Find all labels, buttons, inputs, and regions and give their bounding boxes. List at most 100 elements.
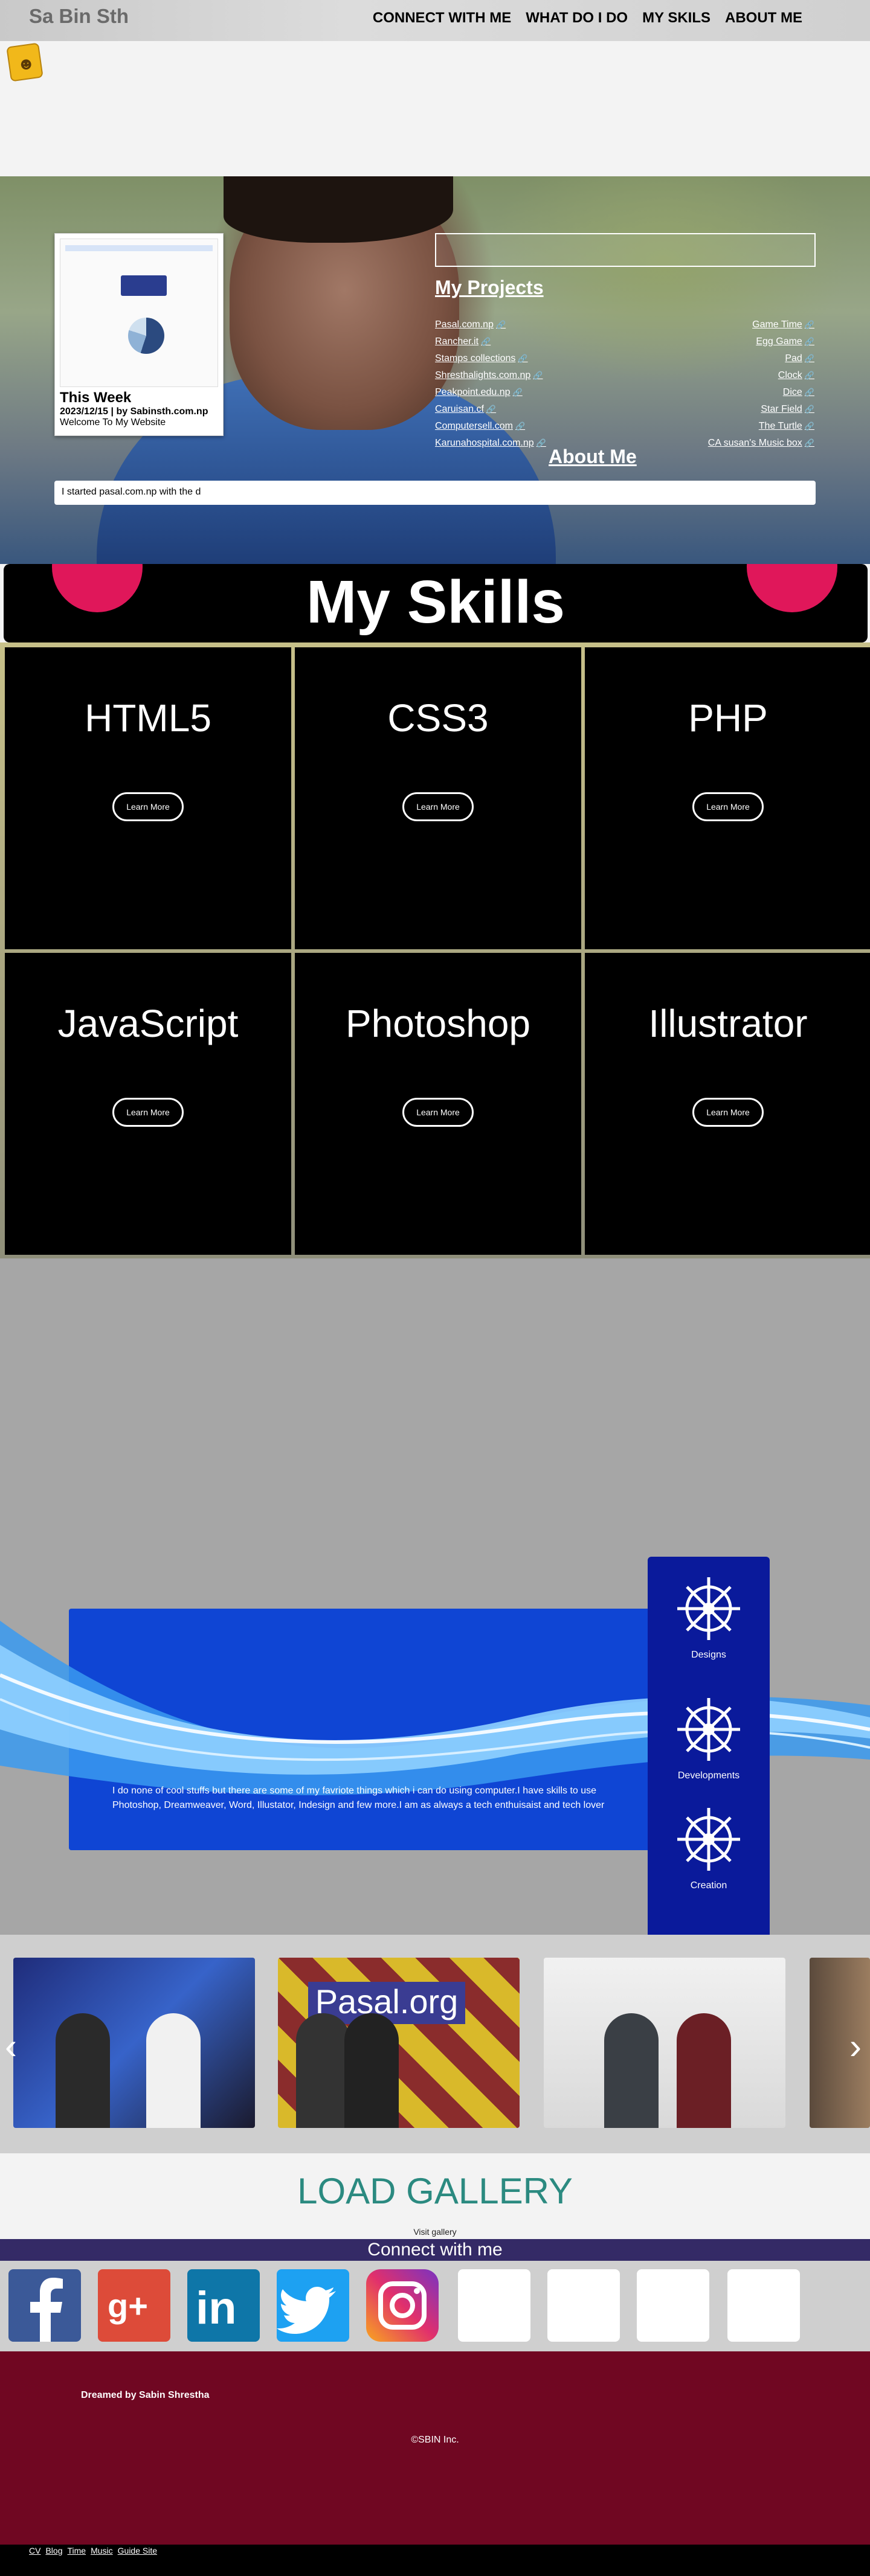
week-meta: 2023/12/15 | by Sabinsth.com.np [60,406,208,417]
social-placeholder[interactable] [727,2269,800,2342]
link-icon: 🔗 [486,405,497,414]
projects-list-left: Pasal.com.np 🔗 Rancher.it 🔗 Stamps collect… [435,316,546,452]
about-me-link[interactable]: About Me [549,446,637,468]
skill-name: HTML5 [85,696,211,740]
project-link[interactable]: Karunahospital.com.np 🔗 [435,435,546,452]
skills-grid: HTML5 Learn More CSS3 Learn More PHP Lea… [0,642,870,1258]
svg-text:g+: g+ [108,2287,148,2325]
panel-item-designs[interactable]: Designs [648,1572,770,1661]
footer-link-guide-site[interactable]: Guide Site [118,2546,157,2555]
learn-more-button[interactable]: Learn More [402,1098,474,1127]
ship-wheel-icon [677,1808,740,1871]
project-link[interactable]: CA susan's Music box 🔗 [708,435,814,452]
feature-panel: Designs Developments Creation [648,1557,770,1959]
skill-card-photoshop: Photoshop Learn More [295,953,581,1255]
link-icon: 🔗 [518,354,528,363]
project-link[interactable]: Shresthalights.com.np 🔗 [435,367,546,384]
skill-name: JavaScript [57,1002,239,1045]
project-link[interactable]: Pad 🔗 [708,350,814,367]
link-icon: 🔗 [804,388,814,397]
link-icon: 🔗 [481,337,491,346]
project-link[interactable]: Pasal.com.np 🔗 [435,316,546,333]
ship-wheel-icon [677,1698,740,1761]
chevron-left-icon[interactable]: ‹ [5,2025,17,2067]
learn-more-button[interactable]: Learn More [402,792,474,821]
project-link[interactable]: Computersell.com 🔗 [435,418,546,435]
project-link[interactable]: Clock 🔗 [708,367,814,384]
project-link[interactable]: Stamps collections 🔗 [435,350,546,367]
skills-banner: My Skills [4,564,868,642]
project-link[interactable]: Rancher.it 🔗 [435,333,546,350]
brand-logo-text[interactable]: Sa Bin Sth [29,5,129,28]
bottom-link-bar: CV Blog Time Music Guide Site [0,2545,870,2576]
skill-name: Illustrator [648,1002,808,1045]
link-icon: 🔗 [804,371,814,380]
projects-list-right: Game Time 🔗 Egg Game 🔗 Pad 🔗 Clock 🔗 Dice 🔗 S… [708,316,814,452]
skill-card-css3: CSS3 Learn More [295,647,581,949]
project-link[interactable]: Caruisan.cf 🔗 [435,401,546,418]
linkedin-icon[interactable]: in [187,2269,260,2342]
panel-item-creation[interactable]: Creation [648,1803,770,1891]
twitter-icon[interactable] [277,2269,349,2342]
footer-link-music[interactable]: Music [91,2546,113,2555]
link-icon: 🔗 [804,438,814,447]
connect-title: Connect with me [0,2239,870,2261]
project-link[interactable]: The Turtle 🔗 [708,418,814,435]
search-input[interactable] [435,233,816,267]
link-icon: 🔗 [536,438,546,447]
gallery-photo[interactable] [544,1958,785,2128]
visit-gallery-link[interactable]: Visit gallery [0,2227,870,2237]
link-icon: 🔗 [804,354,814,363]
skill-card-illustrator: Illustrator Learn More [585,953,870,1255]
nav-what-do-i-do[interactable]: WHAT DO I DO [526,10,628,27]
google-plus-icon[interactable]: g+ [98,2269,170,2342]
link-icon: 🔗 [804,337,814,346]
panel-item-developments[interactable]: Developments [648,1693,770,1781]
social-placeholder[interactable] [458,2269,530,2342]
skills-title: My Skills [306,568,565,636]
feature-section: I do none of cool stuffs but there are s… [0,1258,870,1959]
facebook-icon[interactable] [8,2269,81,2342]
link-icon: 🔗 [804,320,814,329]
this-week-card[interactable]: This Week 2023/12/15 | by Sabinsth.com.n… [54,233,224,436]
load-gallery-title: LOAD GALLERY [297,2171,573,2211]
footer-link-time[interactable]: Time [67,2546,86,2555]
project-link[interactable]: Game Time 🔗 [708,316,814,333]
footer-link-cv[interactable]: CV [29,2546,40,2555]
link-icon: 🔗 [515,421,526,431]
skill-card-html5: HTML5 Learn More [5,647,291,949]
link-icon: 🔗 [495,320,506,329]
skill-name: CSS3 [387,696,489,740]
project-link[interactable]: Star Field 🔗 [708,401,814,418]
learn-more-button[interactable]: Learn More [112,792,184,821]
footer-link-blog[interactable]: Blog [45,2546,62,2555]
instagram-icon[interactable] [366,2269,439,2342]
project-link[interactable]: Egg Game 🔗 [708,333,814,350]
chevron-right-icon[interactable]: › [849,2025,862,2067]
week-text: Welcome To My Website [60,417,166,428]
projects-title: My Projects [435,277,544,298]
gallery-photo[interactable]: Pasal.org [278,1958,520,2128]
social-icons-row: g+ in [0,2261,870,2351]
social-placeholder[interactable] [637,2269,709,2342]
gallery-photo[interactable] [13,1958,255,2128]
link-icon: 🔗 [512,388,523,397]
smiley-box-icon[interactable]: ☻ [6,42,44,82]
link-icon: 🔗 [804,421,814,431]
learn-more-button[interactable]: Learn More [692,1098,764,1127]
nav-my-skills[interactable]: MY SKILS [642,10,710,27]
learn-more-button[interactable]: Learn More [692,792,764,821]
social-placeholder[interactable] [547,2269,620,2342]
project-link[interactable]: Peakpoint.edu.np 🔗 [435,384,546,401]
week-title: This Week [60,389,132,406]
nav-connect-with-me[interactable]: CONNECT WITH ME [373,10,511,27]
project-link[interactable]: Dice 🔗 [708,384,814,401]
link-icon: 🔗 [804,405,814,414]
hero-photo-hair [224,176,453,243]
skill-name: Photoshop [345,1002,531,1045]
feature-text: I do none of cool stuffs but there are s… [112,1786,605,1810]
nav-about-me[interactable]: ABOUT ME [725,10,802,27]
skill-name: PHP [688,696,768,740]
ship-wheel-icon [677,1577,740,1640]
learn-more-button[interactable]: Learn More [112,1098,184,1127]
